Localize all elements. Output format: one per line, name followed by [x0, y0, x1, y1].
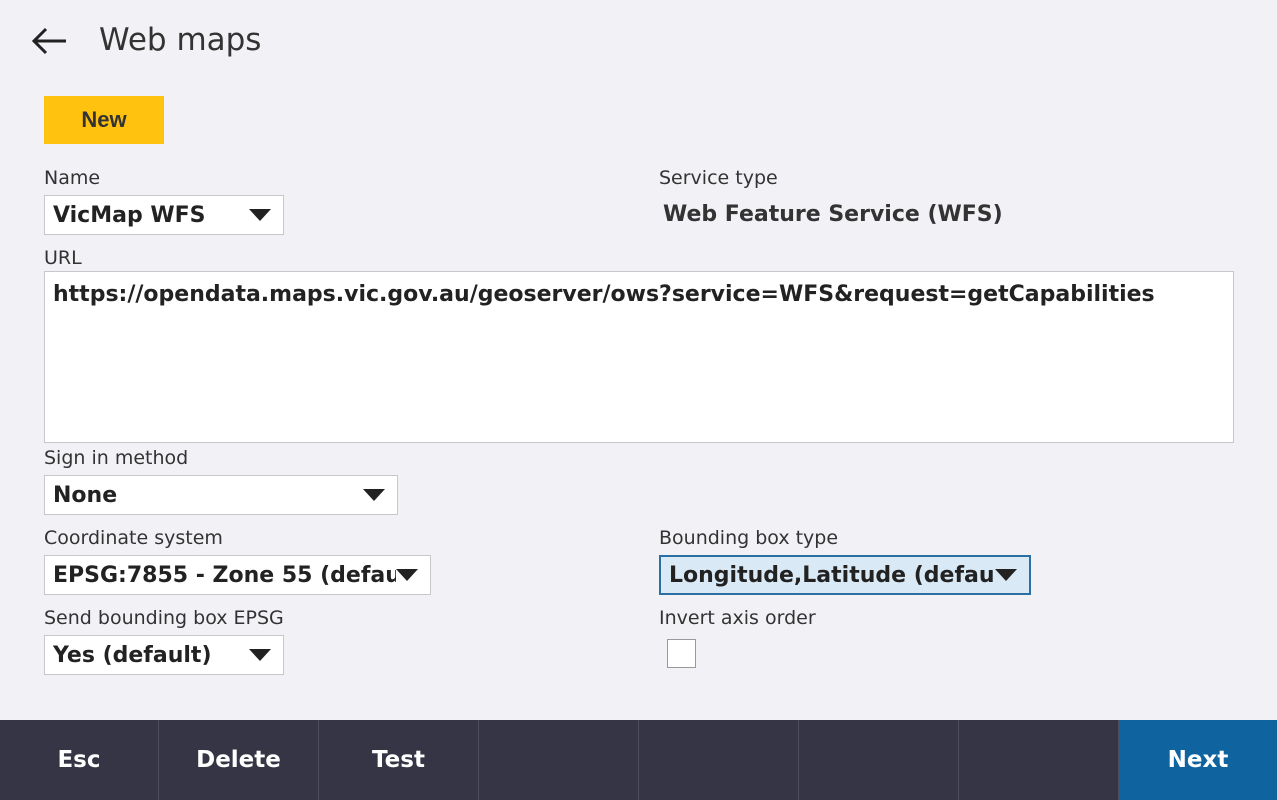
name-dropdown-value: VicMap WFS — [53, 202, 206, 228]
empty-softkey-7[interactable] — [959, 720, 1119, 800]
invert-axis-order-checkbox[interactable] — [667, 639, 696, 668]
chevron-down-icon — [249, 649, 271, 661]
sign-in-method-label: Sign in method — [44, 447, 189, 469]
back-button[interactable] — [28, 24, 70, 58]
name-label: Name — [44, 167, 101, 189]
coordinate-system-value: EPSG:7855 - Zone 55 (default) — [53, 562, 396, 588]
delete-button[interactable]: Delete — [159, 720, 319, 800]
send-bbox-epsg-label: Send bounding box EPSG — [44, 607, 284, 629]
send-bbox-epsg-dropdown[interactable]: Yes (default) — [44, 635, 284, 675]
name-dropdown[interactable]: VicMap WFS — [44, 195, 284, 235]
chevron-down-icon — [995, 569, 1017, 581]
header-bar: Web maps — [0, 0, 1277, 84]
chevron-down-icon — [363, 489, 385, 501]
invert-axis-order-label: Invert axis order — [659, 607, 816, 629]
esc-button[interactable]: Esc — [0, 720, 159, 800]
sign-in-method-value: None — [53, 482, 118, 508]
page-title: Web maps — [99, 22, 262, 58]
bounding-box-type-label: Bounding box type — [659, 527, 839, 549]
bounding-box-type-dropdown[interactable]: Longitude,Latitude (default) — [659, 555, 1031, 595]
chevron-down-icon — [396, 569, 418, 581]
empty-softkey-4[interactable] — [479, 720, 639, 800]
url-label: URL — [44, 247, 82, 269]
send-bbox-epsg-value: Yes (default) — [53, 642, 212, 668]
new-button[interactable]: New — [44, 96, 164, 144]
empty-softkey-6[interactable] — [799, 720, 959, 800]
service-type-label: Service type — [659, 167, 778, 189]
sign-in-method-dropdown[interactable]: None — [44, 475, 398, 515]
service-type-value: Web Feature Service (WFS) — [663, 202, 1003, 227]
empty-softkey-5[interactable] — [639, 720, 799, 800]
next-button[interactable]: Next — [1119, 720, 1277, 800]
coordinate-system-dropdown[interactable]: EPSG:7855 - Zone 55 (default) — [44, 555, 431, 595]
chevron-down-icon — [249, 209, 271, 221]
url-input[interactable]: https://opendata.maps.vic.gov.au/geoserv… — [44, 271, 1234, 443]
footer-toolbar: Esc Delete Test Next — [0, 720, 1277, 800]
arrow-left-icon — [31, 27, 66, 55]
coordinate-system-label: Coordinate system — [44, 527, 223, 549]
bounding-box-type-value: Longitude,Latitude (default) — [669, 562, 995, 588]
test-button[interactable]: Test — [319, 720, 479, 800]
